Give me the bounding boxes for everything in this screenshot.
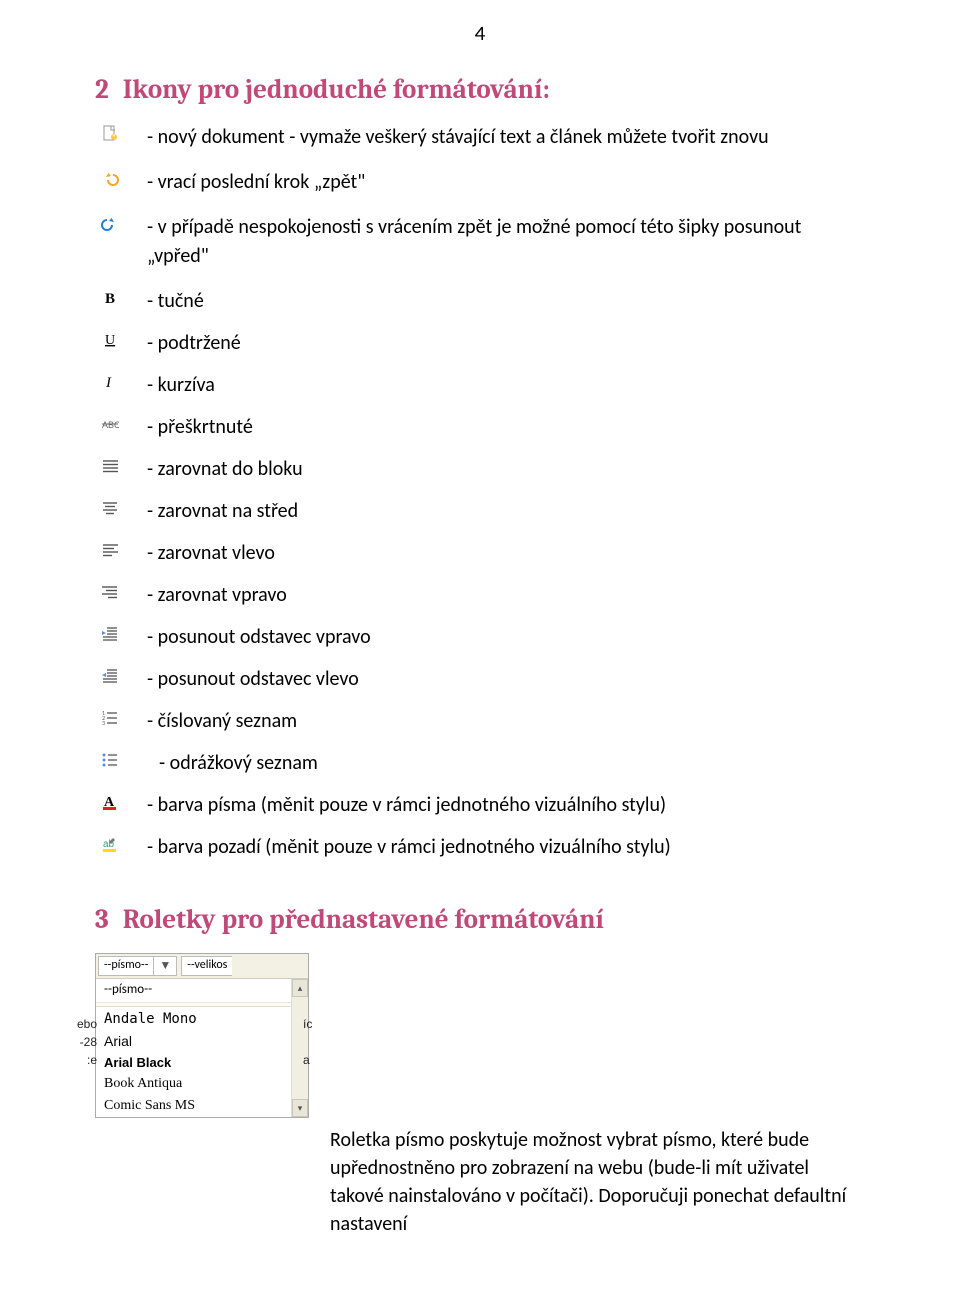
icon-label: - vrací poslední krok „zpět" [125, 168, 365, 197]
font-option[interactable]: Comic Sans MS [96, 1095, 292, 1117]
font-dropdown: --písmo--▼ --velikos --písmo-- Andale Mo… [95, 953, 865, 1118]
page: 4 2 Ikony pro jednoduché formátování: - n… [0, 0, 960, 1278]
icon-label: - přeškrtnuté [125, 413, 253, 442]
indent-right-icon [95, 623, 125, 643]
icon-row: ABC - přeškrtnuté [95, 413, 865, 442]
svg-text:3: 3 [102, 719, 105, 727]
align-center-icon [95, 497, 125, 517]
icon-label: - číslovaný seznam [125, 707, 297, 736]
section3-number: 3 [95, 904, 109, 935]
strike-icon: ABC [95, 413, 125, 433]
icon-label: - zarovnat vlevo [125, 539, 275, 568]
redo-icon [95, 213, 125, 233]
size-combo[interactable]: --velikos [181, 956, 232, 976]
icon-label: - barva písma (měnit pouze v rámci jedno… [125, 791, 666, 820]
section2-heading: 2 Ikony pro jednoduché formátování: [95, 74, 865, 105]
icon-row: - posunout odstavec vlevo [95, 665, 865, 694]
icon-row: - posunout odstavec vpravo [95, 623, 865, 652]
bg-color-icon: ab [95, 833, 125, 853]
font-option[interactable]: Andale Mono [96, 1006, 292, 1030]
section3-content: --písmo--▼ --velikos --písmo-- Andale Mo… [95, 953, 865, 1238]
icon-row: - vrací poslední krok „zpět" [95, 168, 865, 197]
undo-icon [95, 168, 125, 188]
section2-title: Ikony pro jednoduché formátování: [123, 74, 550, 105]
font-option[interactable]: Arial Black [96, 1052, 292, 1073]
icon-row: - zarovnat na střed [95, 497, 865, 526]
svg-text:I: I [105, 375, 112, 391]
section2-number: 2 [95, 74, 109, 105]
icon-row: - v případě nespokojenosti s vrácením zp… [95, 213, 865, 271]
icon-row: U - podtržené [95, 329, 865, 358]
font-combo[interactable]: --písmo--▼ [98, 956, 177, 976]
icon-label: - zarovnat do bloku [125, 455, 303, 484]
section3-title: Roletky pro přednastavené formátování [123, 904, 604, 935]
icon-row: 123- číslovaný seznam [95, 707, 865, 736]
scroll-up-icon[interactable]: ▴ [292, 979, 308, 997]
font-option[interactable]: Book Antiqua [96, 1073, 292, 1095]
chevron-down-icon[interactable]: ▼ [153, 957, 176, 975]
italic-icon: I [95, 371, 125, 391]
align-right-icon [95, 581, 125, 601]
icon-row: - zarovnat vpravo [95, 581, 865, 610]
dropdown-toolbar: --písmo--▼ --velikos [96, 954, 308, 979]
icon-row: - zarovnat do bloku [95, 455, 865, 484]
icon-row: I - kurzíva [95, 371, 865, 400]
new-doc-icon [95, 123, 125, 143]
indent-left-icon [95, 665, 125, 685]
icon-label: - barva pozadí (měnit pouze v rámci jedn… [125, 833, 671, 862]
underline-icon: U [95, 329, 125, 349]
align-justify-icon [95, 455, 125, 475]
icon-row: - zarovnat vlevo [95, 539, 865, 568]
icon-label: - posunout odstavec vpravo [125, 623, 371, 652]
icon-row: A- barva písma (měnit pouze v rámci jedn… [95, 791, 865, 820]
icon-label: - kurzíva [125, 371, 215, 400]
icon-label: - zarovnat na střed [125, 497, 298, 526]
font-dropdown-panel: --písmo--▼ --velikos --písmo-- Andale Mo… [95, 953, 309, 1118]
icon-label: - tučné [125, 287, 204, 316]
icon-label: - podtržené [125, 329, 241, 358]
icon-label: - nový dokument - vymaže veškerý stávají… [125, 123, 769, 152]
icon-label: - odrážkový seznam [125, 749, 318, 778]
bullet-list-icon [95, 749, 125, 769]
page-number: 4 [95, 20, 865, 46]
svg-text:B: B [105, 291, 115, 307]
icon-item-list: - nový dokument - vymaže veškerý stávají… [95, 123, 865, 862]
align-left-icon [95, 539, 125, 559]
icon-row: - nový dokument - vymaže veškerý stávají… [95, 123, 865, 152]
section3-heading: 3 Roletky pro přednastavené formátování [95, 904, 865, 935]
section3-paragraph: Roletka písmo poskytuje možnost vybrat p… [330, 1126, 865, 1238]
svg-text:ABC: ABC [102, 420, 119, 430]
icon-label: - posunout odstavec vlevo [125, 665, 359, 694]
cutoff-text-right: íc a [303, 1015, 315, 1069]
icon-label: - v případě nespokojenosti s vrácením zp… [125, 213, 865, 271]
svg-text:U: U [105, 333, 115, 348]
icon-row: ab- barva pozadí (měnit pouze v rámci je… [95, 833, 865, 862]
font-color-icon: A [95, 791, 125, 811]
font-list: --písmo-- Andale MonoArialArial BlackBoo… [96, 979, 308, 1117]
bold-icon: B [95, 287, 125, 307]
icon-row: B - tučné [95, 287, 865, 316]
font-option[interactable]: Arial [96, 1030, 292, 1052]
icon-row: - odrážkový seznam [95, 749, 865, 778]
font-list-header[interactable]: --písmo-- [96, 979, 292, 1003]
icon-label: - zarovnat vpravo [125, 581, 287, 610]
ordered-list-icon: 123 [95, 707, 125, 727]
scroll-down-icon[interactable]: ▾ [292, 1099, 308, 1117]
cutoff-text-left: ebo-28:e [77, 1015, 97, 1069]
